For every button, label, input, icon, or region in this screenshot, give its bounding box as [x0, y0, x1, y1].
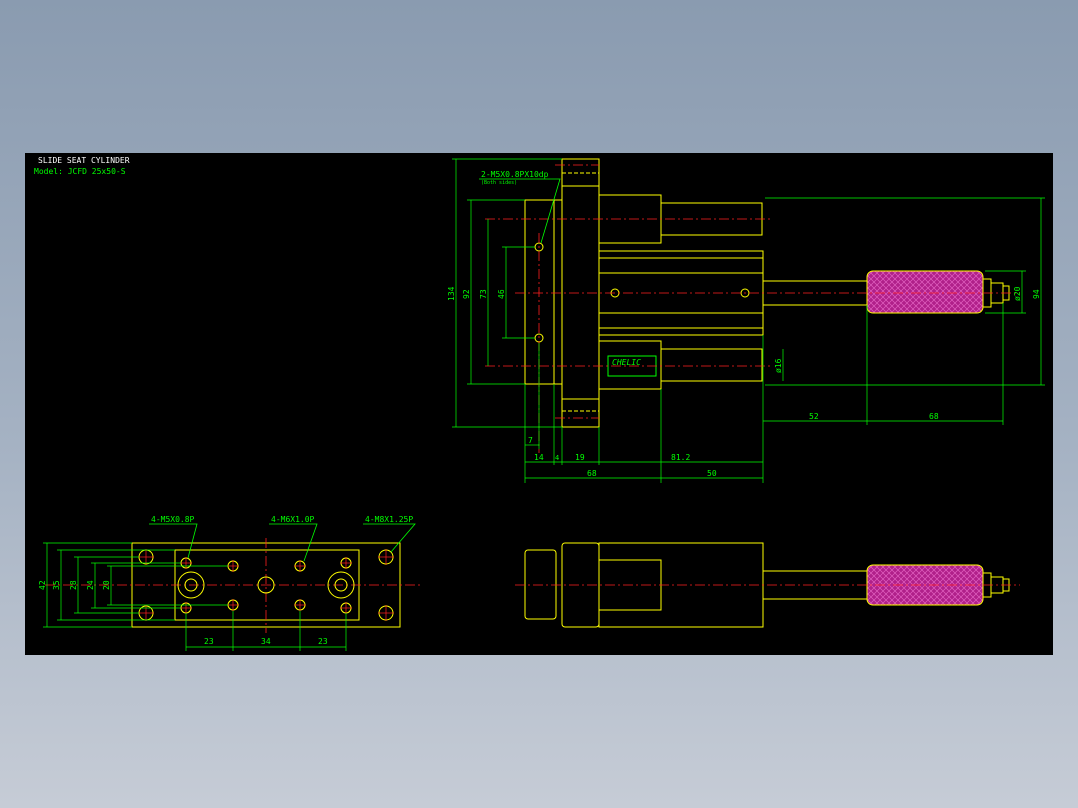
dim-50: 50 — [707, 469, 717, 478]
dim-35: 35 — [52, 580, 61, 590]
cad-drawing-canvas: SLIDE SEAT CYLINDER Model: JCFD 25x50-S — [25, 153, 1053, 655]
dim-14: 14 — [534, 453, 544, 462]
bottom-end-plate — [524, 549, 557, 620]
drawing-model: Model: JCFD 25x50-S — [34, 167, 126, 176]
cad-drawing: SLIDE SEAT CYLINDER Model: JCFD 25x50-S — [34, 156, 1045, 651]
dim-28: 28 — [69, 580, 78, 590]
dim-92: 92 — [462, 289, 471, 299]
dim-phi16: ø16 — [774, 358, 783, 373]
dim-52: 52 — [809, 412, 819, 421]
callout-m5: 4-M5X0.8P — [151, 515, 195, 524]
side-end-plate — [524, 199, 555, 385]
dim-19: 19 — [575, 453, 585, 462]
dim-46: 46 — [497, 289, 506, 299]
dim-94: 94 — [1032, 289, 1041, 299]
dim-34: 34 — [261, 637, 271, 646]
callout-port-sub: (Both sides) — [481, 180, 517, 186]
top-view: 4-M5X0.8P 4-M6X1.0P 4-M8X1.25P 42 35 28 … — [38, 515, 420, 651]
knurled-knob — [866, 270, 984, 314]
callout-port: 2-M5X0.8PX10dp — [481, 170, 549, 179]
dim-134: 134 — [447, 286, 456, 301]
dim-7: 7 — [528, 436, 533, 445]
m6-holes — [227, 560, 306, 611]
side-view: CHELIC 2-M5X0.8PX10dp (Both sides) 134 9… — [447, 158, 1045, 483]
dim-42: 42 — [38, 580, 47, 590]
dim-24: 24 — [86, 580, 95, 590]
dim-23a: 23 — [204, 637, 214, 646]
dim-4: 4 — [555, 454, 559, 462]
dim-68b: 68 — [929, 412, 939, 421]
callout-m6: 4-M6X1.0P — [271, 515, 315, 524]
bottom-side-view — [515, 542, 1020, 628]
dim-81-2: 81.2 — [671, 453, 690, 462]
callout-m8: 4-M8X1.25P — [365, 515, 413, 524]
dim-20: 20 — [102, 580, 111, 590]
dim-73: 73 — [479, 289, 488, 299]
bottom-rod — [762, 570, 868, 600]
drawing-title: SLIDE SEAT CYLINDER — [38, 156, 130, 165]
side-horizontal-dims — [524, 303, 1004, 483]
dim-23b: 23 — [318, 637, 328, 646]
lower-guide-rod — [660, 348, 763, 382]
piston-rod — [762, 280, 868, 306]
dim-phi20: ø20 — [1013, 286, 1022, 301]
dim-68: 68 — [587, 469, 597, 478]
port-callout-leader — [479, 178, 561, 244]
